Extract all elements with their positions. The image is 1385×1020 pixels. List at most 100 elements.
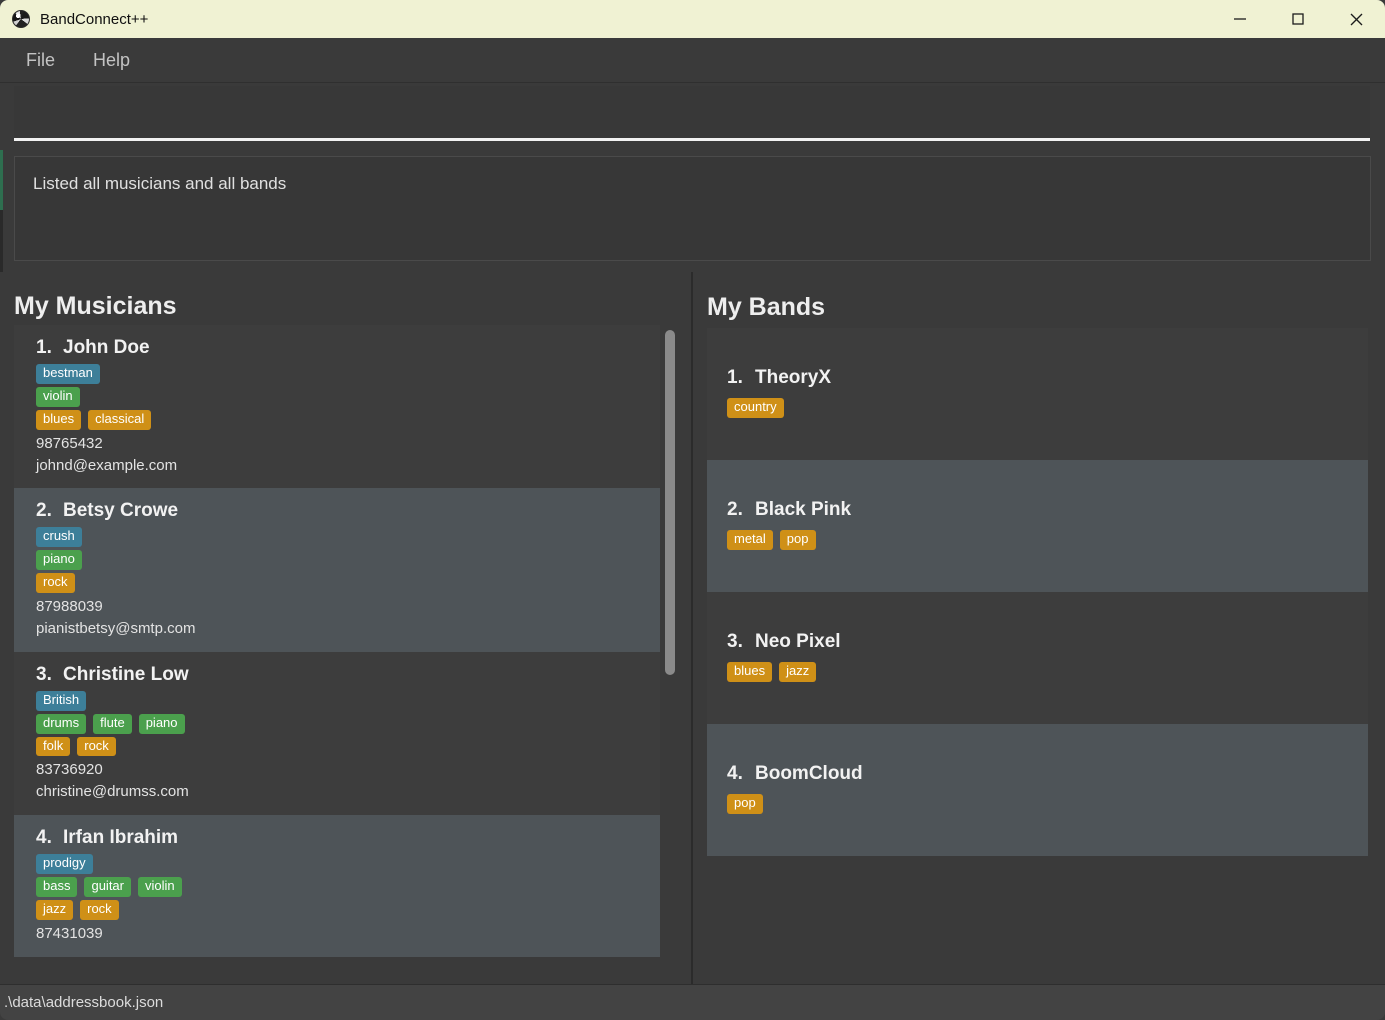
band-header: 3. Neo Pixel xyxy=(727,631,1368,653)
musicians-panel: My Musicians 1. John Doe bestman violin blue… xyxy=(0,272,691,984)
band-name: TheoryX xyxy=(755,367,832,389)
result-message: Listed all musicians and all bands xyxy=(33,174,287,193)
window-title: BandConnect++ xyxy=(40,10,149,28)
instrument-tag: bass xyxy=(36,876,78,897)
musicians-scrollbar[interactable] xyxy=(661,325,677,971)
musician-name: Betsy Crowe xyxy=(63,500,179,522)
musician-email: johnd@example.com xyxy=(36,456,178,474)
musician-email: pianistbetsy@smtp.com xyxy=(36,619,196,637)
menu-item-file[interactable]: File xyxy=(12,46,69,75)
musicians-scroll-area[interactable]: 1. John Doe bestman violin blues classical 987… xyxy=(14,325,677,971)
band-index: 2. xyxy=(727,499,743,521)
nickname-tag: crush xyxy=(36,527,82,548)
band-name: Black Pink xyxy=(755,499,852,521)
app-ball-icon xyxy=(12,10,30,28)
nickname-tag-row: prodigy xyxy=(36,853,660,874)
musician-header: 1. John Doe xyxy=(36,337,660,359)
genre-tag: rock xyxy=(77,736,116,757)
band-header: 4. BoomCloud xyxy=(727,763,1368,785)
musicians-panel-title: My Musicians xyxy=(14,292,177,320)
menu-item-help[interactable]: Help xyxy=(79,46,144,75)
close-button[interactable] xyxy=(1327,0,1385,38)
musician-header: 2. Betsy Crowe xyxy=(36,500,660,522)
musician-card[interactable]: 2. Betsy Crowe crush piano rock 87988039 piani… xyxy=(14,488,660,652)
genre-tag: pop xyxy=(779,530,816,550)
genre-tag: rock xyxy=(80,899,119,920)
band-card[interactable]: 2. Black Pink metal pop xyxy=(707,460,1368,592)
instrument-tag: piano xyxy=(36,550,82,571)
musician-card[interactable]: 3. Christine Low British drums flute piano fol… xyxy=(14,651,660,815)
musician-name: John Doe xyxy=(63,337,150,358)
instrument-tag: violin xyxy=(36,386,80,407)
instrument-tag: guitar xyxy=(84,876,131,897)
band-card[interactable]: 3. Neo Pixel blues jazz xyxy=(707,592,1368,724)
status-bar: .\data\addressbook.json xyxy=(0,984,1385,1020)
musician-header: 3. Christine Low xyxy=(36,664,660,686)
genre-tag-row: country xyxy=(727,398,1368,418)
main-content: My Musicians 1. John Doe bestman violin blue… xyxy=(0,272,1385,984)
window-controls xyxy=(1211,0,1385,38)
musician-email: christine@drumss.com xyxy=(36,783,189,801)
genre-tag-row: blues jazz xyxy=(727,662,1368,682)
musician-phone: 83736920 xyxy=(36,761,103,779)
band-card[interactable]: 4. BoomCloud pop xyxy=(707,724,1368,856)
genre-tag-row: folk rock xyxy=(36,736,660,757)
bands-panel-title: My Bands xyxy=(707,293,826,321)
command-box[interactable] xyxy=(14,86,1370,141)
genre-tag: metal xyxy=(727,530,773,550)
musician-name: Irfan Ibrahim xyxy=(63,826,179,848)
band-name: BoomCloud xyxy=(755,763,863,785)
result-display: Listed all musicians and all bands xyxy=(14,156,1371,261)
genre-tag: country xyxy=(727,398,784,418)
band-header: 2. Black Pink xyxy=(727,499,1368,521)
musician-card[interactable]: 4. Irfan Ibrahim prodigy bass guitar violin ja… xyxy=(14,814,660,957)
musician-index: 2. xyxy=(36,500,52,522)
genre-tag: jazz xyxy=(36,899,74,920)
band-index: 1. xyxy=(727,367,743,389)
instrument-tag-row: violin xyxy=(36,386,660,407)
maximize-button[interactable] xyxy=(1269,0,1327,38)
musician-phone: 87988039 xyxy=(36,598,103,616)
instrument-tag-row: drums flute piano xyxy=(36,713,660,734)
musician-card[interactable]: 1. John Doe bestman violin blues classical 987… xyxy=(14,325,660,489)
nickname-tag: British xyxy=(36,690,87,711)
minimize-button[interactable] xyxy=(1211,0,1269,38)
instrument-tag: drums xyxy=(36,713,87,734)
bands-list: 1. TheoryX country 2. Black Pink metal pop 3. Ne… xyxy=(707,328,1368,856)
nickname-tag-row: British xyxy=(36,690,660,711)
band-name: Neo Pixel xyxy=(755,631,841,653)
musician-header: 4. Irfan Ibrahim xyxy=(36,827,660,849)
genre-tag: blues xyxy=(36,409,82,430)
nickname-tag-row: crush xyxy=(36,527,660,548)
genre-tag-row: pop xyxy=(727,794,1368,814)
instrument-tag-row: bass guitar violin xyxy=(36,876,660,897)
genre-tag: pop xyxy=(727,794,763,814)
instrument-tag: flute xyxy=(93,713,132,734)
musician-phone: 87431039 xyxy=(36,924,103,942)
save-location-text: .\data\addressbook.json xyxy=(4,994,164,1011)
musicians-scrollbar-thumb[interactable] xyxy=(665,330,675,675)
band-header: 1. TheoryX xyxy=(727,367,1368,389)
background-window-artifact xyxy=(0,150,3,210)
nickname-tag: prodigy xyxy=(36,853,93,874)
command-input[interactable] xyxy=(14,102,1370,122)
instrument-tag-row: piano xyxy=(36,550,660,571)
bands-panel: My Bands 1. TheoryX country 2. Black Pink met… xyxy=(693,272,1385,984)
musician-index: 3. xyxy=(36,663,52,685)
genre-tag: classical xyxy=(88,409,152,430)
musician-index: 4. xyxy=(36,826,52,848)
band-index: 4. xyxy=(727,763,743,785)
menu-bar: File Help xyxy=(0,38,1385,83)
instrument-tag: violin xyxy=(138,876,182,897)
genre-tag-row: jazz rock xyxy=(36,899,660,920)
musician-phone: 98765432 xyxy=(36,434,103,452)
musicians-list: 1. John Doe bestman violin blues classical 987… xyxy=(14,325,660,957)
title-bar[interactable]: BandConnect++ xyxy=(0,0,1385,38)
genre-tag: folk xyxy=(36,736,71,757)
musician-index: 1. xyxy=(36,337,52,358)
musician-name: Christine Low xyxy=(63,663,189,685)
band-card[interactable]: 1. TheoryX country xyxy=(707,328,1368,460)
genre-tag: rock xyxy=(36,573,75,594)
instrument-tag: piano xyxy=(138,713,185,734)
nickname-tag-row: bestman xyxy=(36,364,660,384)
